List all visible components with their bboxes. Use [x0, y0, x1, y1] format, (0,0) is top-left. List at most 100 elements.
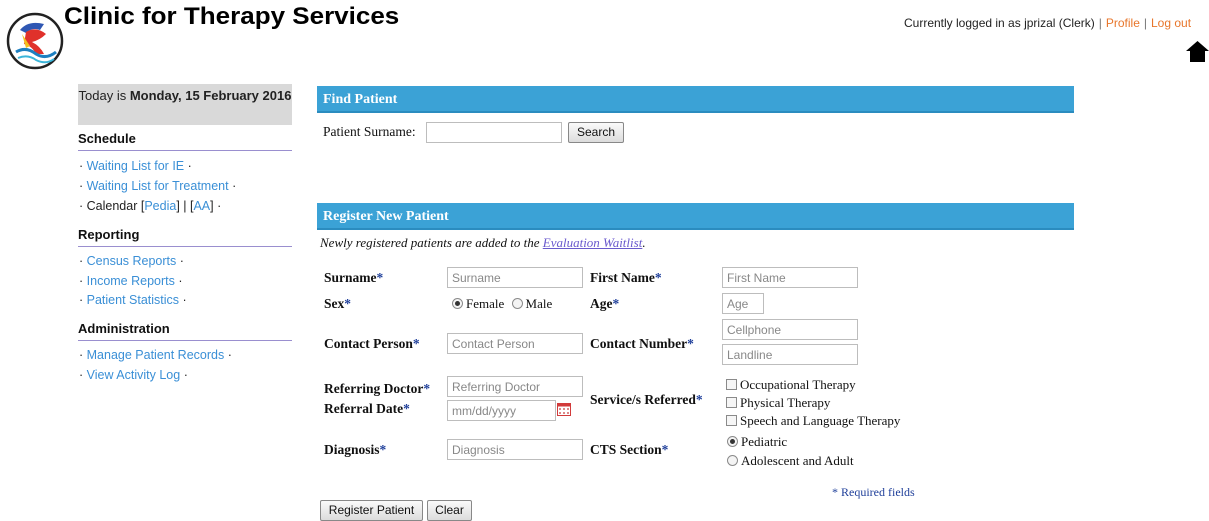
- patient-surname-search-input[interactable]: [426, 122, 562, 143]
- first-name-input[interactable]: [722, 267, 858, 288]
- services-label-text: Service/s Referred: [590, 392, 696, 407]
- sex-male-label: Male: [525, 296, 553, 311]
- diagnosis-label: Diagnosis*: [324, 442, 386, 458]
- sex-male-radio[interactable]: [511, 298, 523, 309]
- sex-female-radio[interactable]: [452, 298, 463, 309]
- sidebar-item-waiting-ie: · Waiting List for IE ·: [79, 159, 192, 173]
- census-reports-link[interactable]: Census Reports: [87, 254, 177, 268]
- required-asterisk: *: [423, 381, 431, 396]
- required-asterisk: *: [376, 270, 384, 285]
- surname-input[interactable]: [447, 267, 583, 288]
- cts-pediatric-label: Pediatric: [741, 434, 788, 449]
- waiting-list-treatment-link[interactable]: Waiting List for Treatment: [87, 179, 229, 193]
- patient-statistics-link[interactable]: Patient Statistics: [87, 293, 179, 307]
- manage-patient-records-link[interactable]: Manage Patient Records: [87, 348, 225, 362]
- required-asterisk: *: [403, 401, 410, 416]
- sex-female-label: Female: [466, 296, 505, 311]
- service-ot-label: Occupational Therapy: [740, 377, 856, 392]
- service-slt-checkbox[interactable]: [726, 415, 737, 426]
- surname-label: Surname*: [324, 270, 383, 286]
- age-input[interactable]: [722, 293, 764, 314]
- register-note-text: Newly registered patients are added to t…: [320, 235, 543, 250]
- contact-person-input[interactable]: [447, 333, 583, 354]
- sidebar-item-calendar: · Calendar [Pedia] | [AA] ·: [79, 199, 222, 213]
- calendar-aa-link[interactable]: AA: [193, 199, 210, 213]
- required-asterisk: *: [344, 296, 351, 311]
- service-pt-option: Physical Therapy: [726, 395, 830, 411]
- service-pt-label: Physical Therapy: [740, 395, 831, 410]
- sex-options: Female Male: [452, 296, 552, 312]
- required-asterisk: *: [687, 336, 694, 351]
- view-activity-log-link[interactable]: View Activity Log: [87, 368, 181, 382]
- first-name-label: First Name*: [590, 270, 662, 286]
- diagnosis-label-text: Diagnosis: [324, 442, 380, 457]
- evaluation-waitlist-link[interactable]: Evaluation Waitlist: [543, 235, 643, 250]
- sex-label-text: Sex: [324, 296, 345, 311]
- clinic-logo-icon: [6, 12, 64, 70]
- logout-link[interactable]: Log out: [1151, 16, 1191, 30]
- user-bar: Currently logged in as jprizal (Clerk) | P…: [904, 16, 1192, 30]
- cellphone-input[interactable]: [722, 319, 858, 340]
- referral-date-label-text: Referral Date: [324, 401, 404, 416]
- required-asterisk: *: [379, 442, 387, 457]
- profile-link[interactable]: Profile: [1106, 16, 1140, 30]
- contact-person-label: Contact Person*: [324, 336, 420, 352]
- sidebar-item-waiting-treatment: · Waiting List for Treatment ·: [79, 179, 237, 193]
- referring-doctor-label: Referring Doctor*: [324, 381, 430, 397]
- age-label-text: Age: [590, 296, 613, 311]
- required-asterisk: *: [412, 336, 420, 351]
- app-title: Clinic for Therapy Services: [64, 2, 400, 30]
- service-pt-checkbox[interactable]: [726, 397, 737, 408]
- service-ot-checkbox[interactable]: [726, 379, 737, 390]
- cts-pediatric-radio[interactable]: [727, 436, 738, 447]
- search-button[interactable]: Search: [568, 122, 624, 143]
- required-asterisk: *: [654, 270, 662, 285]
- reporting-heading: Reporting: [78, 227, 292, 247]
- referral-date-label: Referral Date*: [324, 401, 410, 417]
- today-date-box: Today is Monday, 15 February 2016: [78, 84, 292, 125]
- landline-input[interactable]: [722, 344, 858, 365]
- required-asterisk: *: [612, 296, 620, 311]
- service-slt-option: Speech and Language Therapy: [726, 413, 900, 429]
- referral-date-input[interactable]: [447, 400, 556, 421]
- income-reports-link[interactable]: Income Reports: [87, 274, 175, 288]
- first-name-label-text: First Name: [590, 270, 655, 285]
- cts-section-label: CTS Section*: [590, 442, 668, 458]
- today-prefix: Today is: [78, 88, 130, 103]
- register-patient-header: Register New Patient: [317, 203, 1074, 230]
- waiting-list-ie-link[interactable]: Waiting List for IE: [87, 159, 185, 173]
- required-fields-note: * Required fields: [832, 485, 915, 499]
- diagnosis-input[interactable]: [447, 439, 583, 460]
- cts-pediatric-option: Pediatric: [727, 434, 787, 450]
- cts-adult-option: Adolescent and Adult: [727, 453, 854, 469]
- administration-heading: Administration: [78, 321, 292, 341]
- home-icon[interactable]: [1186, 40, 1209, 62]
- referring-doctor-label-text: Referring Doctor: [324, 381, 424, 396]
- service-ot-option: Occupational Therapy: [726, 377, 856, 393]
- services-referred-label: Service/s Referred*: [590, 392, 703, 408]
- register-note-suffix: .: [642, 235, 646, 250]
- register-note: Newly registered patients are added to t…: [320, 235, 646, 251]
- cts-section-label-text: CTS Section: [590, 442, 662, 457]
- calendar-icon[interactable]: [557, 403, 571, 416]
- calendar-pedia-link[interactable]: Pedia: [144, 199, 176, 213]
- sex-label: Sex*: [324, 296, 351, 312]
- contact-number-label-text: Contact Number: [590, 336, 688, 351]
- sidebar-item-income: · Income Reports ·: [79, 274, 183, 288]
- required-asterisk: *: [661, 442, 669, 457]
- logged-in-text: Currently logged in as jprizal (Clerk): [904, 16, 1095, 30]
- referring-doctor-input[interactable]: [447, 376, 583, 397]
- calendar-label: Calendar: [86, 199, 138, 213]
- sidebar-item-activity-log: · View Activity Log ·: [79, 368, 188, 382]
- service-slt-label: Speech and Language Therapy: [740, 413, 901, 428]
- required-asterisk: *: [695, 392, 703, 407]
- sidebar-item-manage-records: · Manage Patient Records ·: [79, 348, 232, 362]
- sidebar-item-census: · Census Reports ·: [79, 254, 184, 268]
- find-patient-header: Find Patient: [317, 86, 1074, 113]
- surname-label-text: Surname: [324, 270, 377, 285]
- cts-adult-label: Adolescent and Adult: [741, 453, 854, 468]
- today-date: Monday, 15 February 2016: [129, 88, 292, 103]
- contact-person-label-text: Contact Person: [324, 336, 413, 351]
- cts-adult-radio[interactable]: [727, 455, 738, 466]
- contact-number-label: Contact Number*: [590, 336, 694, 352]
